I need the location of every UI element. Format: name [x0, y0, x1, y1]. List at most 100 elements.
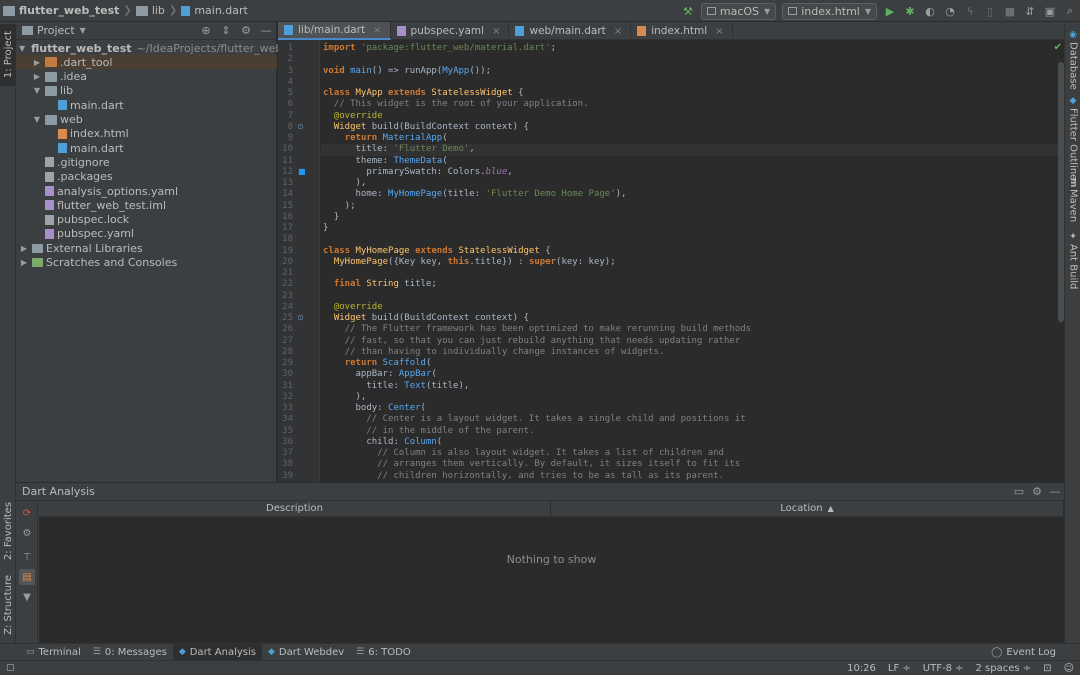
- close-icon[interactable]: ×: [715, 26, 723, 37]
- line-number: 18: [282, 234, 293, 245]
- dart-webdev-tab[interactable]: ◆ Dart Webdev: [262, 644, 350, 661]
- tree-item[interactable]: ▼ web: [16, 113, 277, 127]
- tree-item[interactable]: ▶ .idea: [16, 70, 277, 84]
- device-icon[interactable]: ▯: [981, 2, 999, 20]
- tree-item[interactable]: ▶ External Libraries: [16, 241, 277, 255]
- tree-item[interactable]: pubspec.lock: [16, 213, 277, 227]
- inspection-ok-icon[interactable]: ✔: [1054, 42, 1062, 53]
- dart-analysis-tab[interactable]: ◆ Dart Analysis: [172, 643, 262, 661]
- editor-tab[interactable]: web/main.dart ×: [509, 22, 632, 40]
- code-line: // Column is also layout widget. It take…: [321, 448, 1061, 459]
- pin-icon[interactable]: ⊤: [19, 549, 35, 565]
- description-column-header[interactable]: Description: [39, 501, 551, 516]
- breadcrumb-lib[interactable]: lib: [133, 0, 168, 22]
- debug-icon[interactable]: ✱: [901, 2, 919, 20]
- project-structure-icon[interactable]: ▣: [1041, 2, 1059, 20]
- comment-icon[interactable]: ▭: [1010, 485, 1028, 498]
- code-area[interactable]: import 'package:flutter_web/material.dar…: [321, 40, 1061, 482]
- indent-settings[interactable]: 2 spaces ÷: [970, 663, 1038, 674]
- search-icon[interactable]: ⌕: [1061, 2, 1079, 20]
- tool-windows-toggle-icon[interactable]: ▢: [0, 663, 21, 673]
- code-token: ;: [550, 43, 557, 53]
- chevron-right-icon[interactable]: ▶: [32, 58, 42, 67]
- project-view-selector[interactable]: Project ▼: [22, 24, 86, 37]
- override-marker-icon[interactable]: ⊙: [297, 122, 304, 131]
- line-number: 5: [287, 88, 293, 98]
- project-tool-tab[interactable]: 1: Project: [0, 24, 16, 86]
- editor-scrollbar[interactable]: [1058, 62, 1064, 322]
- refresh-icon[interactable]: ⟳: [19, 505, 35, 521]
- override-marker-icon[interactable]: ⊙: [297, 313, 304, 322]
- file-encoding[interactable]: UTF-8 ÷: [917, 663, 970, 674]
- code-token: super: [528, 256, 557, 267]
- chevron-down-icon[interactable]: ▼: [32, 86, 42, 95]
- breadcrumb-project[interactable]: flutter_web_test: [0, 0, 122, 22]
- tree-item[interactable]: ▶ Scratches and Consoles: [16, 256, 277, 270]
- chevron-down-icon[interactable]: ▼: [32, 115, 42, 124]
- chevron-down-icon[interactable]: ▼: [19, 44, 25, 53]
- chevron-right-icon[interactable]: ▶: [32, 72, 42, 81]
- locate-icon[interactable]: ⊕: [198, 24, 214, 37]
- terminal-tab[interactable]: ▭ Terminal: [20, 644, 87, 661]
- structure-tool-tab[interactable]: Z: Structure: [0, 574, 16, 636]
- event-log-tab[interactable]: ◯ Event Log: [991, 644, 1056, 661]
- tree-item[interactable]: .gitignore: [16, 155, 277, 169]
- code-line: child: Column(: [321, 437, 1061, 448]
- chevron-right-icon[interactable]: ▶: [19, 244, 29, 253]
- tree-item[interactable]: index.html: [16, 127, 277, 141]
- group-by-icon[interactable]: ▤: [19, 569, 35, 585]
- maven-tool-tab[interactable]: m Maven: [1065, 178, 1080, 223]
- editor-tab[interactable]: index.html ×: [631, 22, 733, 40]
- tree-item[interactable]: analysis_options.yaml: [16, 184, 277, 198]
- editor-tab[interactable]: pubspec.yaml ×: [391, 22, 510, 40]
- tree-item[interactable]: ▼ lib: [16, 84, 277, 98]
- hammer-icon[interactable]: ⚒: [679, 2, 697, 20]
- hot-reload-icon[interactable]: ϟ: [961, 2, 979, 20]
- favorites-tool-tab[interactable]: 2: Favorites: [0, 500, 16, 562]
- inspector-icon[interactable]: ☺: [1058, 663, 1080, 674]
- tree-item[interactable]: flutter_web_test.iml: [16, 198, 277, 212]
- location-column-header[interactable]: Location ▲: [551, 501, 1064, 516]
- close-icon[interactable]: ×: [373, 25, 381, 36]
- filter-icon[interactable]: ▼: [19, 589, 35, 605]
- editor-tab[interactable]: lib/main.dart ×: [278, 22, 391, 40]
- collapse-all-icon[interactable]: ⇕: [218, 24, 234, 37]
- tree-item[interactable]: pubspec.yaml: [16, 227, 277, 241]
- caret-position[interactable]: 10:26: [841, 663, 882, 674]
- coverage-icon[interactable]: ◐: [921, 2, 939, 20]
- line-separator[interactable]: LF ÷: [882, 663, 917, 674]
- run-configuration-selector[interactable]: index.html ▼: [782, 2, 877, 20]
- close-icon[interactable]: ×: [614, 26, 622, 37]
- color-swatch-icon[interactable]: ■: [298, 167, 306, 176]
- profile-icon[interactable]: ◔: [941, 2, 959, 20]
- vcs-icon[interactable]: ⇵: [1021, 2, 1039, 20]
- settings-icon[interactable]: ⚙: [19, 525, 35, 541]
- line-number: 28: [282, 346, 293, 357]
- database-tool-tab[interactable]: ◉ Database: [1065, 30, 1080, 90]
- run-toolbar: ⚒ macOS ▼ index.html ▼ ▶ ✱ ◐ ◔ ϟ ▯ ■ ⇵ ▣…: [678, 0, 1080, 22]
- chevron-right-icon[interactable]: ▶: [19, 258, 29, 267]
- folder-icon: [135, 5, 148, 16]
- device-selector[interactable]: macOS ▼: [700, 2, 777, 20]
- todo-tab[interactable]: ☰ 6: TODO: [350, 644, 417, 661]
- stop-icon[interactable]: ■: [1001, 2, 1019, 20]
- breadcrumb-file[interactable]: main.dart: [178, 0, 251, 22]
- ant-build-tool-tab[interactable]: ✦ Ant Build: [1065, 232, 1080, 289]
- lock-icon[interactable]: ⊡: [1037, 663, 1057, 674]
- code-token: MaterialApp: [382, 133, 443, 143]
- code-token: @override: [333, 110, 383, 121]
- messages-tab[interactable]: ☰ 0: Messages: [87, 644, 173, 661]
- gear-icon[interactable]: ⚙: [238, 24, 254, 37]
- hide-icon[interactable]: —: [258, 24, 274, 37]
- code-token: MyApp: [355, 88, 389, 98]
- flutter-outline-tool-tab[interactable]: ◆ Flutter Outline: [1065, 96, 1080, 180]
- hide-icon[interactable]: —: [1046, 485, 1064, 498]
- tree-item[interactable]: main.dart: [16, 98, 277, 112]
- tree-item[interactable]: .packages: [16, 170, 277, 184]
- tree-item[interactable]: ▼ flutter_web_test ~/IdeaProjects/flutter_…: [16, 41, 309, 55]
- close-icon[interactable]: ×: [492, 26, 500, 37]
- tree-item[interactable]: ▶ .dart_tool: [16, 55, 277, 70]
- gear-icon[interactable]: ⚙: [1028, 485, 1046, 498]
- run-icon[interactable]: ▶: [881, 2, 899, 20]
- tree-item[interactable]: main.dart: [16, 141, 277, 155]
